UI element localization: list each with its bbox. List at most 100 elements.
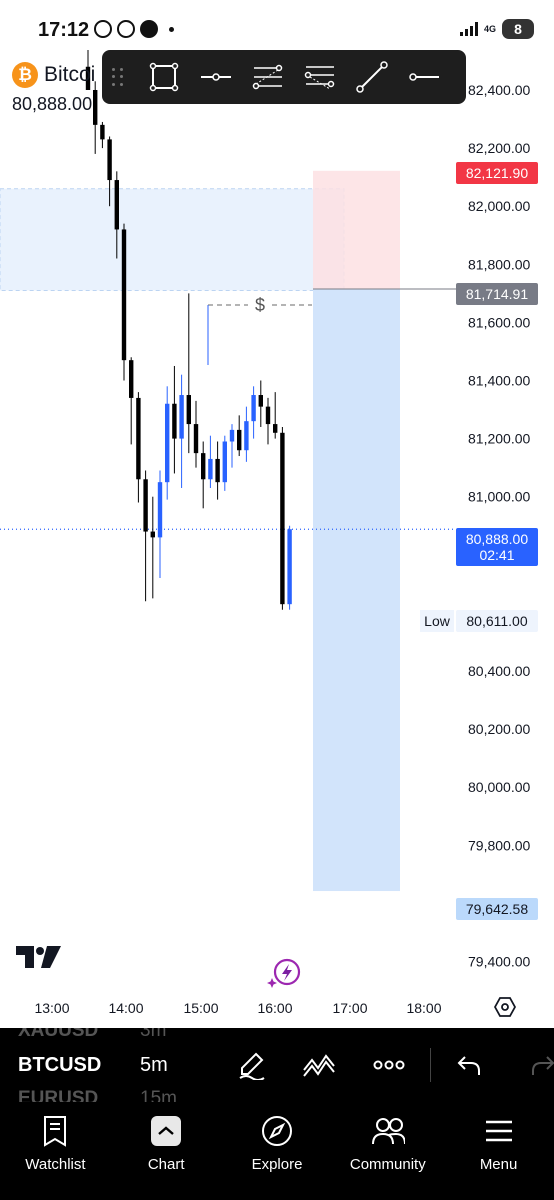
candle-body bbox=[273, 424, 278, 433]
zone-rectangle bbox=[0, 188, 345, 291]
entry-price-label[interactable]: 81,714.91 bbox=[456, 283, 538, 305]
facebook-icon bbox=[140, 20, 158, 38]
chart-area[interactable]: $82,400.00 82,200.00 82,000.00 81,800.00 81,… bbox=[0, 50, 554, 1028]
symbol-name: Bitcoi bbox=[44, 63, 96, 86]
drag-handle-icon[interactable] bbox=[112, 68, 126, 86]
candle-body bbox=[280, 432, 285, 605]
rectangle-tool-button[interactable] bbox=[138, 50, 190, 104]
undo-icon bbox=[457, 1056, 480, 1075]
low-tag: Low bbox=[420, 610, 454, 632]
nav-chart[interactable]: Chart bbox=[111, 1102, 222, 1200]
price-axis-label: 81,600.00 bbox=[468, 314, 530, 330]
current-symbol[interactable]: BTCUSD bbox=[18, 1054, 101, 1077]
candle-body bbox=[107, 139, 112, 181]
ai-assistant-icon[interactable] bbox=[266, 954, 304, 992]
symbol-last-price: 80,888.00 bbox=[12, 94, 93, 114]
undo-button[interactable] bbox=[452, 1048, 486, 1082]
price-axis-label: 82,400.00 bbox=[468, 82, 530, 98]
bitcoin-logo-icon: ₿ bbox=[12, 62, 38, 88]
previous-symbol[interactable]: XAUUSD bbox=[18, 1028, 98, 1042]
candle-body bbox=[244, 421, 249, 451]
stop-loss-price-label[interactable]: 82,121.90 bbox=[456, 162, 538, 184]
candle-body bbox=[157, 482, 163, 538]
nav-label-chart: Chart bbox=[147, 1156, 185, 1173]
candle-body bbox=[150, 531, 155, 538]
alert-symbol: $ bbox=[255, 295, 265, 315]
whatsapp-icon bbox=[117, 20, 135, 38]
price-axis-label: 80,000.00 bbox=[468, 779, 530, 795]
more-icon bbox=[373, 1060, 405, 1070]
status-notification-icons bbox=[94, 20, 174, 38]
candle-body bbox=[114, 180, 119, 230]
next-symbol[interactable]: EURUSD bbox=[18, 1088, 98, 1102]
time-axis-label: 14:00 bbox=[108, 1000, 143, 1016]
chart-settings-icon[interactable] bbox=[494, 996, 516, 1018]
nav-watchlist[interactable]: Watchlist bbox=[0, 1102, 111, 1200]
battery-icon: 8 bbox=[502, 19, 534, 39]
previous-interval[interactable]: 3m bbox=[140, 1028, 166, 1042]
watchlist-icon bbox=[38, 1114, 72, 1148]
nav-label-watchlist: Watchlist bbox=[25, 1156, 86, 1173]
candle-body bbox=[222, 441, 227, 483]
brush-tool-button[interactable] bbox=[234, 1048, 268, 1082]
candle-body bbox=[193, 424, 199, 454]
candle-countdown: 02:41 bbox=[479, 547, 515, 563]
tradingview-logo-icon[interactable] bbox=[16, 946, 62, 972]
time-axis-label: 16:00 bbox=[257, 1000, 292, 1016]
parallel-channel-tool-button[interactable] bbox=[294, 50, 346, 104]
status-time: 17:12 bbox=[38, 19, 90, 41]
candle-body bbox=[258, 395, 263, 407]
chart-icon bbox=[149, 1114, 183, 1148]
nav-menu[interactable]: Menu bbox=[443, 1102, 554, 1200]
nav-community[interactable]: Community bbox=[332, 1102, 443, 1200]
candle-body bbox=[251, 395, 256, 422]
symbol-legend[interactable]: ₿ Bitcoi bbox=[12, 62, 95, 88]
price-axis-label: 80,200.00 bbox=[468, 721, 530, 737]
time-axis-label: 17:00 bbox=[332, 1000, 367, 1016]
rectangle-tool-icon bbox=[149, 62, 179, 92]
redo-button[interactable] bbox=[526, 1048, 554, 1082]
compass-icon bbox=[260, 1114, 294, 1148]
candle-body bbox=[186, 395, 191, 425]
fib-retracement-tool-button[interactable] bbox=[242, 50, 294, 104]
price-axis-label: 82,200.00 bbox=[468, 140, 530, 156]
candle-body bbox=[165, 403, 170, 483]
price-axis-label: 81,800.00 bbox=[468, 256, 530, 272]
stop-loss-zone bbox=[313, 170, 400, 290]
price-axis-label: 79,800.00 bbox=[468, 837, 530, 853]
current-price-label[interactable]: 80,888.00 02:41 bbox=[456, 528, 538, 566]
candle-body bbox=[237, 429, 242, 451]
toolbar-divider bbox=[430, 1048, 431, 1082]
next-interval[interactable]: 15m bbox=[140, 1088, 177, 1102]
drawing-tools-button[interactable] bbox=[302, 1048, 336, 1082]
candle-body bbox=[208, 458, 213, 480]
fib-retracement-tool-icon bbox=[252, 64, 283, 90]
horizontal-ray-tool-icon bbox=[409, 73, 439, 81]
candle-body bbox=[143, 479, 148, 532]
bottom-navigation[interactable]: Watchlist Chart Explore Community Menu bbox=[0, 1102, 554, 1200]
trend-line-tool-button[interactable] bbox=[346, 50, 398, 104]
horizontal-line-tool-button[interactable] bbox=[190, 50, 242, 104]
candle-body bbox=[215, 458, 220, 483]
candle-body bbox=[93, 90, 98, 125]
take-profit-price-label[interactable]: 79,642.58 bbox=[456, 898, 538, 920]
community-icon bbox=[371, 1114, 405, 1148]
horizontal-line-tool-icon bbox=[201, 73, 231, 81]
time-axis-label: 13:00 bbox=[34, 1000, 69, 1016]
more-button[interactable] bbox=[372, 1048, 406, 1082]
network-type: 4G bbox=[483, 23, 496, 34]
nav-explore[interactable]: Explore bbox=[222, 1102, 333, 1200]
take-profit-zone bbox=[313, 289, 400, 892]
notification-dot-icon bbox=[169, 26, 174, 32]
symbol-interval-bar[interactable]: XAUUSD BTCUSD EURUSD 3m 5m 15m bbox=[0, 1028, 554, 1102]
current-interval[interactable]: 5m bbox=[140, 1054, 168, 1077]
whatsapp-icon bbox=[94, 20, 112, 38]
candle-body bbox=[100, 124, 105, 140]
candle-body bbox=[129, 360, 134, 398]
trend-line-tool-icon bbox=[356, 61, 388, 93]
candle-body bbox=[121, 229, 127, 361]
horizontal-ray-tool-button[interactable] bbox=[398, 50, 450, 104]
menu-icon bbox=[482, 1114, 516, 1148]
candle-body bbox=[287, 529, 292, 605]
drawing-toolbar[interactable] bbox=[102, 50, 466, 104]
